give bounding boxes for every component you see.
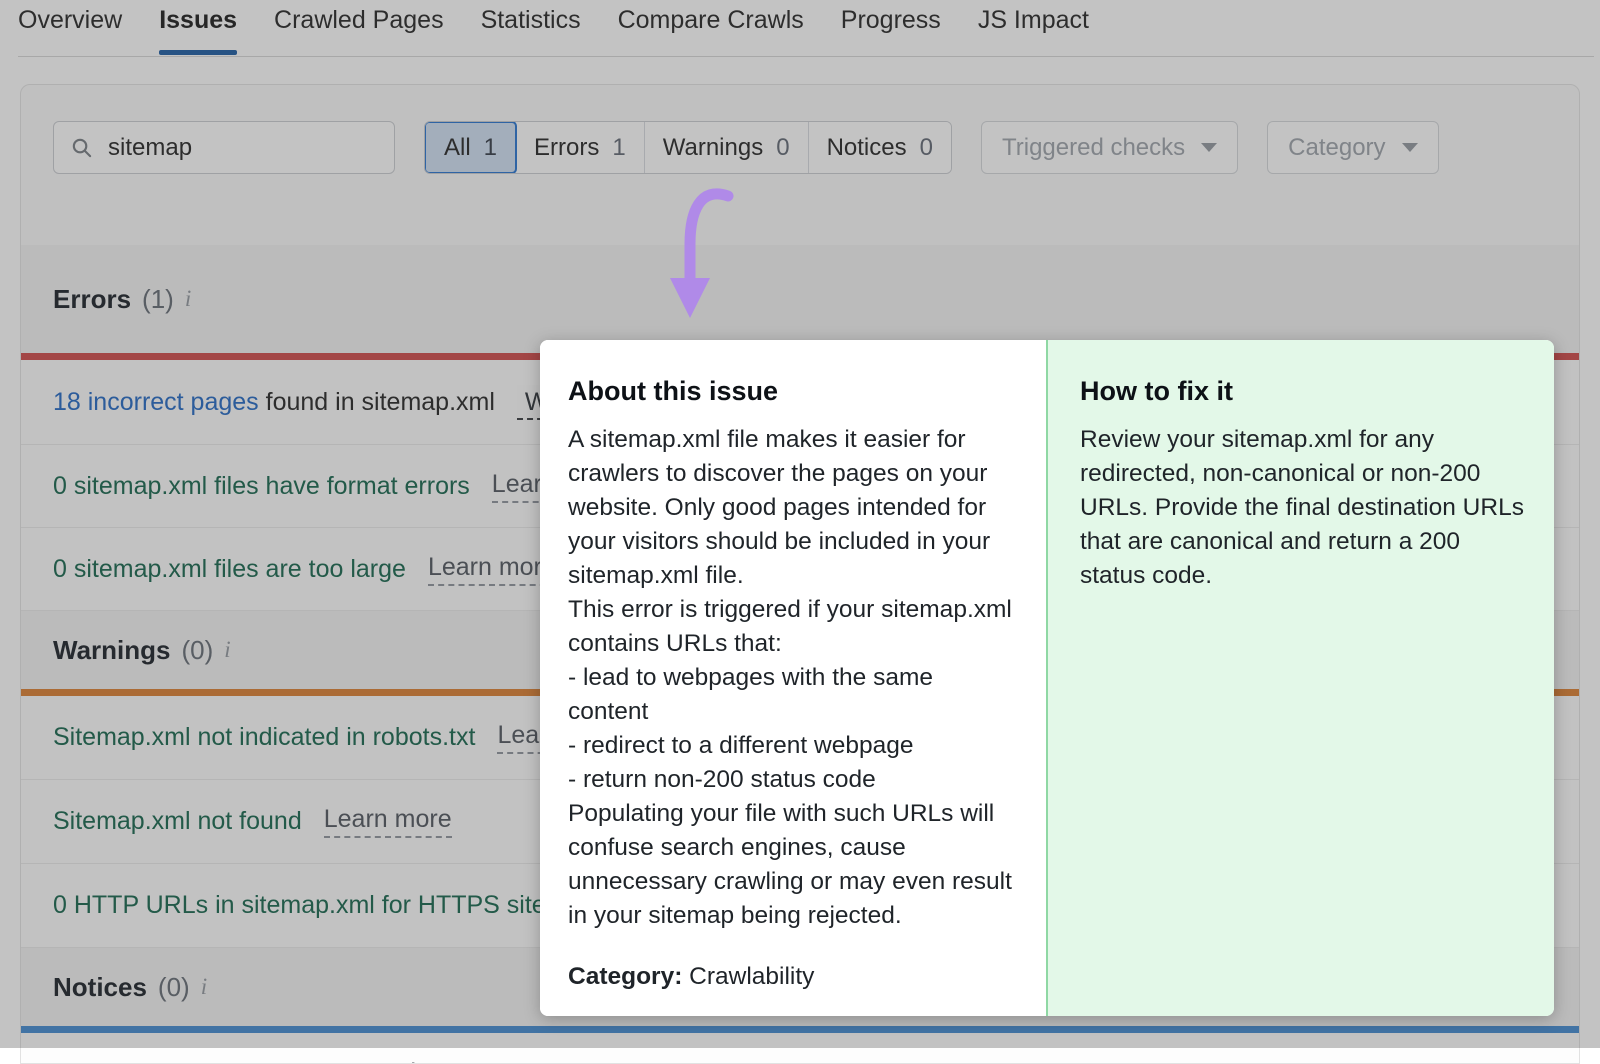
section-count: (0): [157, 971, 190, 1002]
dropdown-label: Triggered checks: [1001, 133, 1186, 161]
filter-count: 1: [483, 133, 498, 161]
category-value: Crawlability: [689, 963, 815, 990]
issue-title-rest: found in sitemap.xml: [258, 387, 495, 416]
tab-issues[interactable]: Issues: [159, 0, 237, 55]
info-icon[interactable]: i: [224, 637, 230, 663]
issue-row[interactable]: 0 orphaned pages in sitemaps Learn more: [21, 1033, 1579, 1063]
search-icon: [70, 136, 93, 159]
tab-label: Compare Crawls: [617, 6, 804, 34]
search-input[interactable]: [106, 132, 420, 163]
learn-more-link[interactable]: Learn more: [323, 805, 452, 838]
tab-label: Statistics: [480, 6, 581, 34]
category-dropdown[interactable]: Category: [1267, 121, 1439, 174]
category-label: Category:: [568, 963, 683, 990]
filter-toolbar: All 1 Errors 1 Warnings 0 Notices 0 Trig…: [53, 121, 1439, 174]
tabbar-divider: [18, 56, 1594, 57]
filter-all[interactable]: All 1: [424, 122, 518, 173]
how-to-fix-it-body: Review your sitemap.xml for any redirect…: [1080, 426, 1524, 589]
issue-title: 0 sitemap.xml files are too large: [53, 554, 406, 583]
section-title: Notices: [53, 971, 147, 1002]
issue-title: 0 sitemap.xml files have format errors: [53, 471, 470, 500]
filter-label: Warnings: [662, 133, 764, 161]
chevron-down-icon: [1401, 143, 1418, 152]
about-this-issue-title: About this issue: [568, 376, 779, 406]
tab-overview[interactable]: Overview: [18, 0, 122, 55]
section-header-errors: Errors (1) i: [21, 245, 1579, 353]
filter-warnings[interactable]: Warnings 0: [644, 122, 809, 173]
filter-label: Notices: [826, 133, 907, 161]
dropdown-label: Category: [1288, 133, 1386, 161]
search-box[interactable]: [53, 121, 454, 174]
section-count: (0): [181, 634, 214, 665]
section-title: Warnings: [53, 634, 171, 665]
issue-title: Sitemap.xml not indicated in robots.txt: [53, 723, 476, 751]
issue-title: 0 HTTP URLs in sitemap.xml for HTTPS sit…: [53, 891, 546, 919]
section-accent-notices: [21, 1026, 1579, 1033]
section-title: Errors: [53, 283, 132, 314]
filter-label: All: [444, 133, 471, 161]
about-this-issue-body: A sitemap.xml file makes it easier for c…: [568, 426, 1012, 929]
main-tab-bar: Overview Issues Crawled Pages Statistics…: [0, 0, 1600, 58]
section-count: (1): [142, 283, 174, 314]
info-icon[interactable]: i: [201, 974, 207, 1000]
triggered-checks-dropdown[interactable]: Triggered checks: [980, 121, 1239, 174]
learn-more-link[interactable]: Learn more: [410, 1058, 538, 1063]
filter-count: 0: [776, 133, 790, 161]
filter-count: 1: [612, 133, 626, 161]
how-to-fix-it-panel: How to fix it Review your sitemap.xml fo…: [1046, 340, 1554, 1016]
filter-count: 0: [919, 133, 933, 161]
tab-label: Crawled Pages: [274, 6, 444, 34]
issue-title: Sitemap.xml not found: [53, 807, 302, 835]
issue-count-link[interactable]: 18 incorrect pages: [53, 388, 259, 416]
category-line: Category: Crawlability: [568, 963, 1012, 991]
issue-title: 18 incorrect pages found in sitemap.xml: [53, 388, 495, 417]
tab-crawled-pages[interactable]: Crawled Pages: [274, 0, 444, 55]
issue-explanation-popup: About this issue A sitemap.xml file make…: [540, 340, 1554, 1016]
filter-label: Errors: [534, 133, 600, 161]
tab-label: Overview: [18, 6, 123, 34]
info-icon[interactable]: i: [185, 286, 191, 312]
tab-label: Issues: [159, 6, 238, 34]
chevron-down-icon: [1201, 143, 1218, 152]
tab-compare-crawls[interactable]: Compare Crawls: [618, 0, 804, 55]
filter-notices[interactable]: Notices 0: [808, 122, 951, 173]
learn-more-link[interactable]: Learn more: [427, 553, 556, 586]
how-to-fix-it-title: How to fix it: [1080, 376, 1233, 406]
tab-label: JS Impact: [977, 6, 1089, 34]
tab-statistics[interactable]: Statistics: [481, 0, 581, 55]
severity-filter-group: All 1 Errors 1 Warnings 0 Notices 0: [424, 121, 952, 174]
about-this-issue-panel: About this issue A sitemap.xml file make…: [540, 340, 1046, 1016]
filter-errors[interactable]: Errors 1: [516, 122, 645, 173]
tab-label: Progress: [840, 6, 941, 34]
tab-progress[interactable]: Progress: [841, 0, 941, 55]
issue-title: 0 orphaned pages in sitemaps: [53, 1060, 388, 1063]
tab-js-impact[interactable]: JS Impact: [978, 0, 1089, 55]
